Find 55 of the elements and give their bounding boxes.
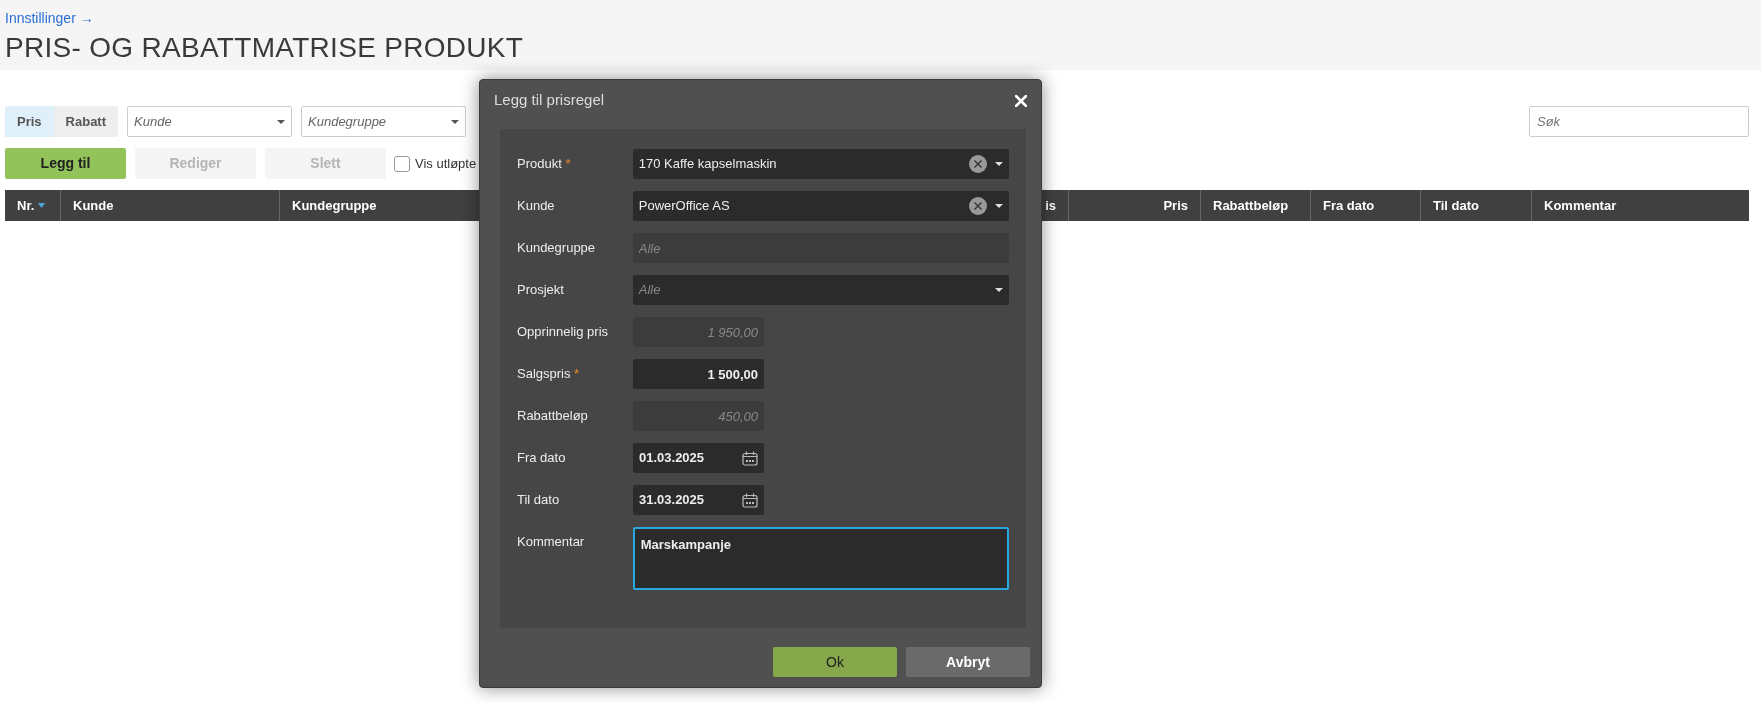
clear-icon bbox=[969, 155, 987, 173]
checkbox-label: Vis utløpte bbox=[415, 154, 477, 173]
column-header[interactable]: Rabattbeløp bbox=[1213, 195, 1289, 216]
column-header[interactable]: Kundegruppe bbox=[292, 195, 377, 216]
caret-icon bbox=[277, 119, 286, 124]
filter-dropdown[interactable]: Kundegruppe bbox=[301, 106, 467, 137]
calendar-icon bbox=[742, 450, 758, 466]
field-label: Kommentar bbox=[517, 533, 586, 551]
field-label: Kunde bbox=[517, 197, 556, 215]
column-header[interactable]: is bbox=[1045, 195, 1056, 216]
calendar-icon bbox=[742, 492, 758, 508]
action-button: Rediger bbox=[135, 148, 256, 179]
toggle-tab[interactable]: Rabatt bbox=[53, 106, 119, 137]
dropdown-field[interactable]: 170 Kaffe kapselmaskin bbox=[632, 149, 1009, 179]
input-field: Alle bbox=[632, 233, 1009, 263]
caret-icon bbox=[995, 204, 1003, 208]
action-button[interactable]: Legg til bbox=[5, 148, 126, 179]
input-field: 1 950,00 bbox=[633, 317, 764, 347]
field-label: Fra dato bbox=[517, 449, 567, 467]
field-label: Prosjekt bbox=[517, 281, 565, 299]
action-button: Slett bbox=[265, 148, 386, 179]
caret-icon bbox=[451, 119, 460, 124]
caret-icon bbox=[995, 162, 1003, 166]
field-label: Til dato bbox=[517, 491, 561, 509]
close-icon[interactable] bbox=[1015, 94, 1027, 107]
dialog-button[interactable]: Ok bbox=[773, 647, 897, 677]
dropdown-field[interactable]: Alle bbox=[632, 275, 1009, 305]
field-label: Salgspris * bbox=[517, 365, 581, 383]
column-header[interactable]: Fra dato bbox=[1323, 195, 1375, 216]
dialog-title: Legg til prisregel bbox=[494, 90, 605, 111]
date-field[interactable]: 01.03.2025 bbox=[633, 443, 764, 473]
comment-field[interactable]: Marskampanje bbox=[632, 527, 1009, 590]
filter-dropdown[interactable]: Kunde bbox=[127, 106, 293, 137]
search-field[interactable]: Søk bbox=[1529, 106, 1749, 137]
column-header[interactable]: Til dato bbox=[1433, 195, 1479, 216]
sort-icon bbox=[38, 203, 46, 208]
column-header[interactable]: Kunde bbox=[73, 195, 114, 216]
date-field[interactable]: 31.03.2025 bbox=[633, 485, 764, 515]
caret-icon bbox=[995, 288, 1003, 292]
checkbox[interactable] bbox=[394, 155, 410, 172]
clear-icon bbox=[969, 197, 987, 215]
input-field: 450,00 bbox=[633, 401, 764, 431]
toggle-tab[interactable]: Pris bbox=[5, 106, 54, 137]
page-title: PRIS- OG RABATTMATRISE PRODUKT bbox=[5, 31, 525, 65]
field-label: Kundegruppe bbox=[517, 239, 597, 257]
breadcrumb-link[interactable]: Innstillinger → bbox=[5, 10, 94, 26]
dropdown-field[interactable]: PowerOffice AS bbox=[632, 191, 1009, 221]
field-label: Produkt * bbox=[517, 155, 572, 173]
dialog-button[interactable]: Avbryt bbox=[906, 647, 1030, 677]
column-header[interactable]: Kommentar bbox=[1544, 195, 1617, 216]
field-label: Rabattbeløp bbox=[517, 407, 589, 425]
column-header[interactable]: Nr. bbox=[17, 195, 35, 216]
input-field[interactable]: 1 500,00 bbox=[633, 359, 764, 389]
column-header[interactable]: Pris bbox=[1163, 195, 1188, 216]
field-label: Opprinnelig pris bbox=[517, 323, 610, 341]
